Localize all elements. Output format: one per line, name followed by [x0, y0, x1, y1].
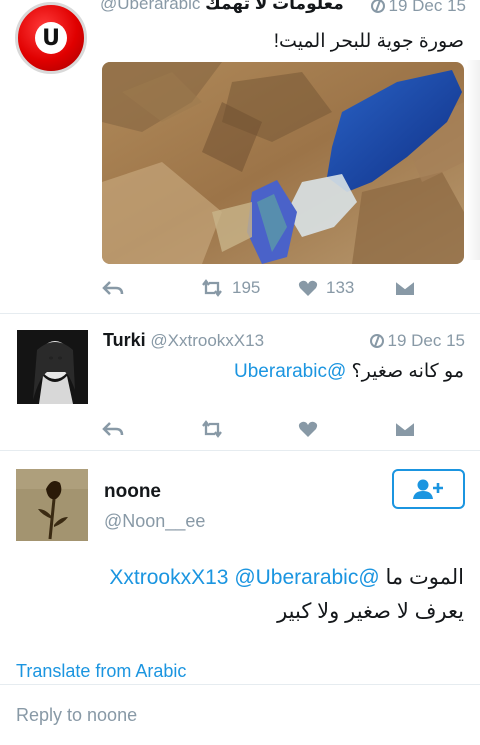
dm-icon: [395, 421, 415, 436]
reply-button[interactable]: [102, 279, 124, 297]
mention-link[interactable]: @Uberarabic: [234, 361, 346, 382]
author-name[interactable]: معلومات لا تهمك: [205, 0, 344, 13]
heart-icon: [298, 280, 318, 296]
globe-icon: [370, 0, 385, 13]
noone-avatar[interactable]: [16, 469, 88, 541]
tweet-text: الموت ما @XxtrookxX13 @Uberarabic يعرف ل…: [109, 566, 464, 623]
like-count: 133: [326, 278, 355, 297]
turki-avatar[interactable]: [17, 330, 88, 404]
tweet-header: @Uberarabic معلومات لا تهمك 19 Dec 15: [100, 0, 466, 18]
retweet-icon: [202, 420, 222, 438]
reply-tweet-noone: noone @Noon__ee الموت ما @XxtrookxX13 @U…: [0, 450, 480, 745]
dead-sea-photo[interactable]: [102, 62, 464, 264]
tweet-text: مو كانه صغير؟ @Uberarabic: [234, 361, 464, 382]
author-name[interactable]: noone: [104, 481, 161, 503]
reply-tweet-turki: Turki @XxtrookxX13 19 Dec 15 مو كانه صغي…: [0, 313, 480, 450]
author-handle[interactable]: @Uberarabic: [100, 0, 200, 13]
author-name[interactable]: Turki: [103, 330, 146, 350]
reply-icon: [102, 422, 124, 436]
retweet-button[interactable]: [200, 420, 224, 438]
aerial-image: [102, 62, 464, 264]
follow-icon: [412, 479, 443, 499]
dm-button[interactable]: [394, 279, 416, 297]
mention-link[interactable]: @Uberarabic: [234, 566, 358, 589]
like-button[interactable]: 133: [298, 278, 354, 298]
reply-button[interactable]: [102, 420, 124, 438]
follow-button[interactable]: [392, 469, 465, 509]
globe-icon: [369, 333, 384, 348]
author-handle[interactable]: @XxtrookxX13: [150, 331, 264, 350]
main-tweet: U @Uberarabic معلومات لا تهمك 19 Dec 15 …: [0, 0, 480, 318]
tweet-date[interactable]: 19 Dec 15: [369, 330, 465, 351]
author-handle[interactable]: @Noon__ee: [104, 511, 205, 532]
retweet-icon: [202, 279, 222, 297]
like-button[interactable]: [298, 420, 318, 438]
tweet-text: صورة جوية للبحر الميت!: [273, 31, 464, 52]
tweet-actions: [100, 417, 420, 441]
uberarabic-avatar[interactable]: U: [15, 2, 87, 74]
tweet-actions: 195 133: [100, 276, 420, 300]
reply-composer: [0, 684, 480, 745]
heart-icon: [298, 421, 318, 437]
avatar-letter: U: [42, 25, 60, 51]
reply-input[interactable]: [0, 691, 480, 739]
retweet-button[interactable]: 195: [200, 278, 260, 298]
tweet-date[interactable]: 19 Dec 15: [370, 0, 466, 18]
dm-icon: [395, 280, 415, 295]
dm-button[interactable]: [394, 420, 416, 438]
reply-icon: [102, 281, 124, 295]
translate-link[interactable]: Translate from Arabic: [16, 661, 186, 682]
retweet-count: 195: [232, 278, 261, 297]
tweet-header: Turki @XxtrookxX13 19 Dec 15: [103, 330, 465, 351]
